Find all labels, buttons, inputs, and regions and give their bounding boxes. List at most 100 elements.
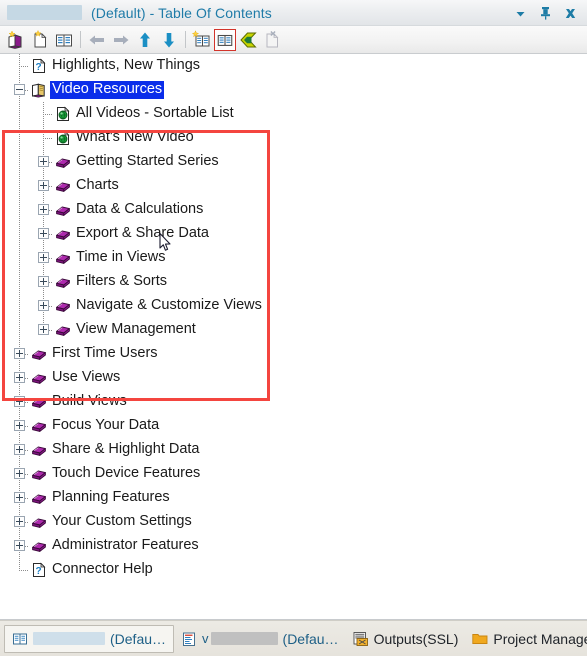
new-book-icon[interactable]	[4, 28, 28, 52]
page-title: (Default) - Table Of Contents	[91, 4, 272, 21]
tree-item-label: Time in Views	[76, 249, 166, 265]
tree-item[interactable]: Build Views	[0, 390, 587, 414]
taskbar-item-prefix: v	[202, 631, 209, 646]
tree-item[interactable]: What's New Video	[0, 126, 587, 150]
move-down-icon[interactable]	[157, 28, 181, 52]
book-icon	[31, 346, 47, 362]
tree-item[interactable]: Time in Views	[0, 246, 587, 270]
taskbar-item-project-manager[interactable]: Project Manager	[465, 625, 587, 653]
expand-plus-icon[interactable]	[14, 444, 25, 455]
tree-item-label: Share & Highlight Data	[52, 441, 200, 457]
tree-item[interactable]: All Videos - Sortable List	[0, 102, 587, 126]
expand-plus-icon[interactable]	[38, 252, 49, 263]
book-icon	[31, 514, 47, 530]
book-icon	[55, 274, 71, 290]
tree-item[interactable]: Video Resources	[0, 78, 587, 102]
tree-item[interactable]: Export & Share Data	[0, 222, 587, 246]
tree-item-label: Getting Started Series	[76, 153, 219, 169]
expand-plus-icon[interactable]	[38, 204, 49, 215]
tree-item-label: Planning Features	[52, 489, 170, 505]
tree-item[interactable]: ? Connector Help	[0, 558, 587, 582]
tree-item[interactable]: First Time Users	[0, 342, 587, 366]
contents-tree[interactable]: ? Highlights, New Things Video Resources Al…	[0, 54, 587, 620]
expand-plus-icon[interactable]	[14, 348, 25, 359]
tree-item[interactable]: Planning Features	[0, 486, 587, 510]
book-icon	[31, 490, 47, 506]
globe-page-icon	[55, 130, 71, 146]
svg-text:?: ?	[36, 62, 42, 73]
table-of-contents-window: (Default) - Table Of Contents ? Highligh…	[0, 0, 587, 656]
taskbar-item-contents[interactable]: (Defau…	[4, 624, 175, 653]
contents-icon	[12, 631, 28, 647]
document-icon	[181, 631, 197, 647]
tree-item[interactable]: Share & Highlight Data	[0, 438, 587, 462]
tree-item-label: Use Views	[52, 369, 121, 385]
expand-plus-icon[interactable]	[38, 156, 49, 167]
book-icon	[55, 298, 71, 314]
tree-item[interactable]: Charts	[0, 174, 587, 198]
tree-item-label: Filters & Sorts	[76, 273, 168, 289]
expand-plus-icon[interactable]	[14, 492, 25, 503]
book-icon	[31, 418, 47, 434]
back-arrow-icon[interactable]	[85, 28, 109, 52]
taskbar-item-outputs[interactable]: Outputs(SSL)	[346, 625, 466, 653]
expand-plus-icon[interactable]	[38, 180, 49, 191]
open-book-icon	[31, 82, 47, 98]
tree-item[interactable]: Data & Calculations	[0, 198, 587, 222]
window-controls	[512, 0, 583, 26]
help-page-icon: ?	[31, 58, 47, 74]
tree-item-label: Charts	[76, 177, 119, 193]
tree-item-label: Connector Help	[52, 561, 153, 577]
tree-item-label: Navigate & Customize Views	[76, 297, 262, 313]
tree-item-label: Highlights, New Things	[52, 57, 201, 73]
tree-item[interactable]: Touch Device Features	[0, 462, 587, 486]
pin-icon[interactable]	[537, 4, 553, 22]
show-contents-icon[interactable]	[52, 28, 76, 52]
tree-item[interactable]: View Management	[0, 318, 587, 342]
taskbar-item-label: (Defau…	[282, 630, 339, 647]
taskbar-item-label: (Defau…	[110, 630, 167, 647]
expand-plus-icon[interactable]	[14, 468, 25, 479]
tree-item[interactable]: Use Views	[0, 366, 587, 390]
tree-item-label: Build Views	[52, 393, 127, 409]
new-page-icon[interactable]	[28, 28, 52, 52]
chevron-down-icon[interactable]	[512, 4, 528, 22]
expand-plus-icon[interactable]	[38, 276, 49, 287]
book-icon	[31, 370, 47, 386]
expand-plus-icon[interactable]	[14, 420, 25, 431]
tree-item-label: View Management	[76, 321, 196, 337]
toolbar	[0, 26, 587, 54]
taskbar: (Defau… v (Defau… Outputs(SSL) Project M…	[0, 620, 587, 656]
book-icon	[31, 442, 47, 458]
tree-item[interactable]: Filters & Sorts	[0, 270, 587, 294]
forward-arrow-icon[interactable]	[109, 28, 133, 52]
close-icon[interactable]	[562, 4, 578, 22]
expand-plus-icon[interactable]	[38, 228, 49, 239]
taskbar-item-document[interactable]: v (Defau…	[174, 625, 346, 653]
delete-page-icon[interactable]	[260, 28, 284, 52]
svg-text:?: ?	[36, 566, 42, 577]
expand-plus-icon[interactable]	[14, 516, 25, 527]
redacted-label-block	[33, 632, 105, 645]
tree-item[interactable]: Getting Started Series	[0, 150, 587, 174]
expand-plus-icon[interactable]	[14, 540, 25, 551]
book-icon	[55, 202, 71, 218]
tree-item-label: Video Resources	[50, 81, 165, 99]
move-up-icon[interactable]	[133, 28, 157, 52]
expand-plus-icon[interactable]	[38, 300, 49, 311]
toggle-book-icon[interactable]	[214, 28, 236, 51]
expand-plus-icon[interactable]	[38, 324, 49, 335]
tree-item-label: Data & Calculations	[76, 201, 204, 217]
folder-icon	[472, 631, 488, 647]
tree-item[interactable]: ? Highlights, New Things	[0, 54, 587, 78]
expand-plus-icon[interactable]	[14, 372, 25, 383]
tree-item[interactable]: Administrator Features	[0, 534, 587, 558]
tree-item[interactable]: Navigate & Customize Views	[0, 294, 587, 318]
new-topic-icon[interactable]	[190, 28, 214, 52]
tree-item[interactable]: Your Custom Settings	[0, 510, 587, 534]
outputs-icon	[353, 631, 369, 647]
tree-item[interactable]: Focus Your Data	[0, 414, 587, 438]
bookmark-icon[interactable]	[236, 28, 260, 52]
collapse-minus-icon[interactable]	[14, 84, 25, 95]
expand-plus-icon[interactable]	[14, 396, 25, 407]
